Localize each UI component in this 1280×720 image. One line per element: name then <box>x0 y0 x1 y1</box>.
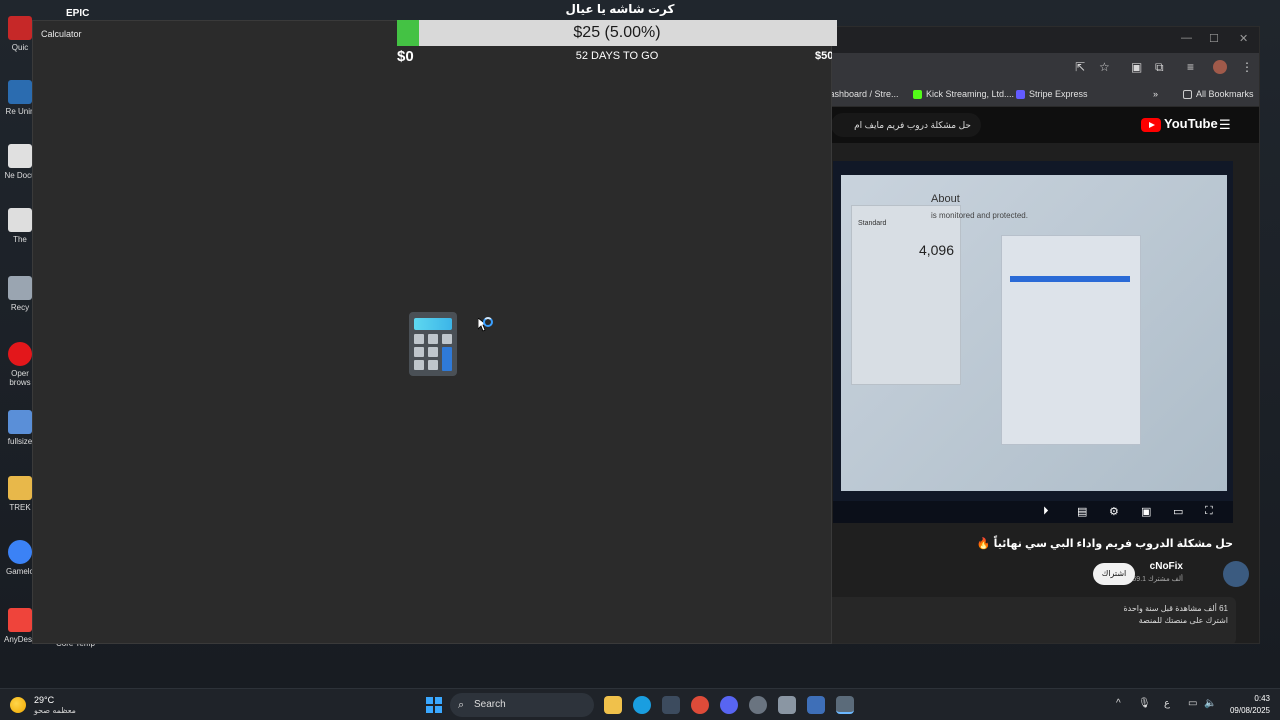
description-line: 61 ألف مشاهدة قبل سنة واحدة <box>1123 604 1228 613</box>
image-file-icon <box>8 410 32 434</box>
weather-condition: معظمه صحو <box>34 706 76 715</box>
bookmarks-overflow[interactable]: » <box>1153 89 1158 99</box>
channel-avatar[interactable] <box>1223 561 1249 587</box>
video-calculator: Standard 4,096 <box>851 205 961 385</box>
clock[interactable]: 0:43 09/08/2025 <box>1220 693 1270 717</box>
taskbar: 29°C معظمه صحو ⌕ Search ^ 🎙 ع ▭ 🔈 0:43 0… <box>0 688 1280 720</box>
extension-icon[interactable]: ▣ <box>1131 60 1142 74</box>
gameloop-icon <box>8 540 32 564</box>
puzzle-icon[interactable]: ⧉ <box>1155 60 1164 75</box>
browser-titlebar: — ☐ ✕ <box>801 27 1259 53</box>
app-icon <box>8 16 32 40</box>
miniplayer-icon[interactable]: ▣ <box>1141 505 1151 518</box>
show-hidden-icons-icon[interactable]: ^ <box>1116 698 1121 709</box>
folder-icon <box>8 476 32 500</box>
goal-progress-bar: $25 (5.00%) <box>397 20 837 46</box>
app-icon[interactable] <box>807 696 825 714</box>
browser-toolbar: ⇱ ☆ ▣ ⧉ ≡ ⋮ <box>801 53 1259 81</box>
all-bookmarks[interactable]: All Bookmarks <box>1183 89 1254 100</box>
start-button[interactable] <box>426 697 442 713</box>
video-controls: ⏵ ▤ ⚙ ▣ ▭ ⛶ <box>833 501 1233 523</box>
video-description[interactable]: 61 ألف مشاهدة قبل سنة واحدة اشترك على من… <box>821 597 1236 643</box>
document-icon <box>8 208 32 232</box>
browser-window[interactable]: — ☐ ✕ ⇱ ☆ ▣ ⧉ ≡ ⋮ Dashboard / Stre... Ki… <box>800 26 1260 644</box>
network-icon[interactable]: ▭ <box>1188 698 1197 709</box>
bookmark-stripe[interactable]: Stripe Express <box>1016 89 1088 100</box>
taskbar-search[interactable]: ⌕ Search <box>450 693 594 717</box>
description-line: اشترك على منصتك للمنصة <box>1138 616 1228 625</box>
youtube-search-box[interactable]: حل مشكلة دروب فريم مايف ام <box>831 113 981 137</box>
video-about-subtitle: is monitored and protected. <box>931 211 1028 220</box>
video-virtual-memory-dialog <box>1001 235 1141 445</box>
bookmarks-bar: Dashboard / Stre... Kick Streaming, Ltd.… <box>801 81 1259 107</box>
maximize-icon[interactable]: ☐ <box>1209 32 1219 45</box>
microphone-icon[interactable]: 🎙 <box>1138 698 1151 709</box>
media-icon[interactable]: ≡ <box>1187 60 1194 74</box>
calculator-window[interactable]: Calculator <box>32 20 832 644</box>
bookmark-star-icon[interactable]: ☆ <box>1099 60 1110 74</box>
clock-date: 09/08/2025 <box>1229 706 1270 715</box>
opera-icon <box>8 342 32 366</box>
app-icon <box>8 80 32 104</box>
chrome-icon[interactable] <box>691 696 709 714</box>
weather-sun-icon <box>10 697 26 713</box>
recycle-bin-icon <box>8 276 32 300</box>
bookmark-dashboard[interactable]: Dashboard / Stre... <box>823 89 899 99</box>
goal-title: كرت شاشه يا عيال <box>565 2 675 16</box>
calculator-app-icon <box>409 312 457 376</box>
minimize-icon[interactable]: — <box>1181 32 1192 44</box>
busy-spinner-icon <box>483 317 493 327</box>
fullscreen-icon[interactable]: ⛶ <box>1205 505 1213 518</box>
subscribe-button[interactable]: اشتراك <box>1093 563 1135 585</box>
youtube-play-icon <box>1141 117 1161 132</box>
settings-gear-icon[interactable]: ⚙ <box>1109 505 1119 518</box>
theater-mode-icon[interactable]: ▭ <box>1173 505 1183 518</box>
video-player[interactable]: Standard 4,096 About is monitored and pr… <box>833 161 1233 523</box>
taskbar-search-label: Search <box>474 699 506 710</box>
video-frame: Standard 4,096 About is monitored and pr… <box>841 175 1227 491</box>
goal-amount: $25 (5.00%) <box>573 24 661 41</box>
volume-icon[interactable]: 🔈 <box>1204 698 1216 709</box>
store-icon[interactable] <box>662 696 680 714</box>
file-explorer-icon[interactable] <box>604 696 622 714</box>
menu-dots-icon[interactable]: ⋮ <box>1241 60 1253 74</box>
video-calc-value: 4,096 <box>918 242 954 258</box>
weather-temp: 29°C <box>34 695 55 705</box>
calculator-title: Calculator <box>41 29 82 39</box>
goal-max: $500 <box>815 50 832 62</box>
clock-time: 0:43 <box>1254 694 1270 703</box>
video-title: حل مشكلة الدروب فريم واداء البي سي نهائي… <box>976 538 1233 550</box>
youtube-header: حل مشكلة دروب فريم مايف ام YouTube ☰ <box>801 107 1259 143</box>
hamburger-menu-icon[interactable]: ☰ <box>1219 117 1231 133</box>
document-icon <box>8 144 32 168</box>
goal-days-left: 52 DAYS TO GO <box>575 50 659 62</box>
input-language[interactable]: ع <box>1164 698 1170 709</box>
calculator-taskbar-icon[interactable] <box>836 696 854 714</box>
autoplay-toggle-icon[interactable]: ⏵ <box>1043 505 1049 518</box>
close-icon[interactable]: ✕ <box>1239 32 1248 45</box>
discord-icon[interactable] <box>720 696 738 714</box>
youtube-logo[interactable]: YouTube <box>1141 116 1218 132</box>
channel-name[interactable]: cNoFix <box>1150 561 1183 572</box>
edge-icon[interactable] <box>633 696 651 714</box>
video-about-heading: About <box>931 193 960 205</box>
install-icon[interactable]: ⇱ <box>1075 60 1085 74</box>
steam-icon[interactable] <box>749 696 767 714</box>
profile-avatar[interactable] <box>1213 60 1227 74</box>
video-calc-mode: Standard <box>858 220 887 227</box>
app-icon[interactable] <box>778 696 796 714</box>
desktop-epic-label: EPIC <box>66 8 90 19</box>
search-icon: ⌕ <box>458 699 465 711</box>
subscriber-count: 59.1 ألف مشترك <box>1132 576 1183 583</box>
bookmark-kick[interactable]: Kick Streaming, Ltd.... <box>913 89 1014 100</box>
subtitles-icon[interactable]: ▤ <box>1077 505 1087 518</box>
anydesk-icon <box>8 608 32 632</box>
